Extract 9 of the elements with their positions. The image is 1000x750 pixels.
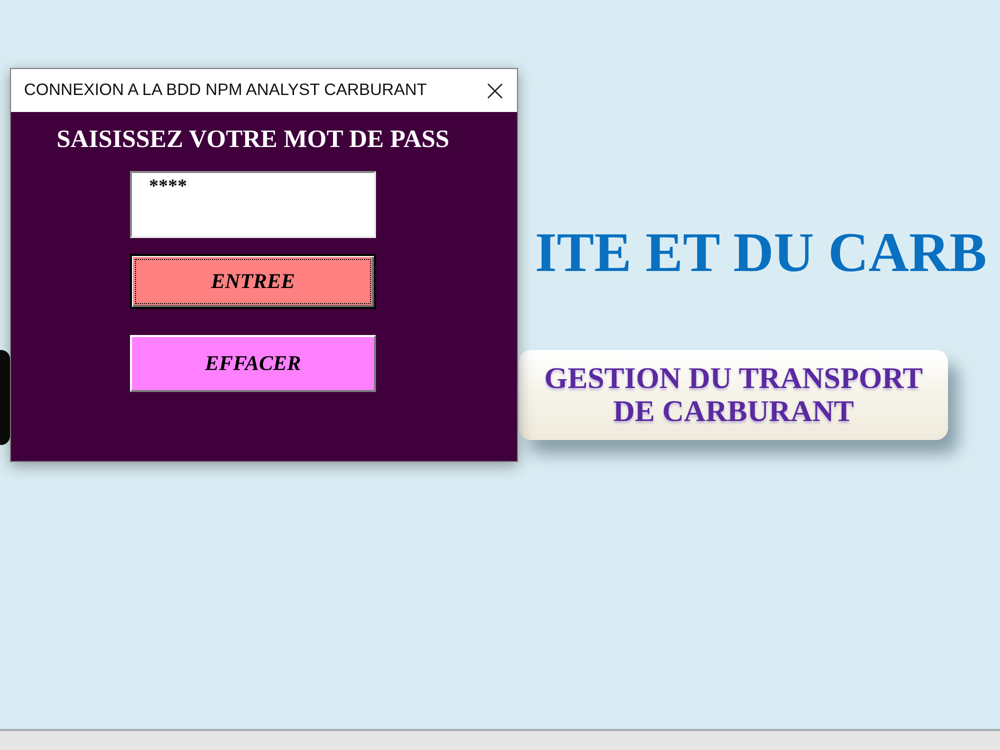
window-title: CONNEXION A LA BDD NPM ANALYST CARBURANT	[24, 81, 427, 100]
transport-menu-button[interactable]: GESTION DU TRANSPORT DE CARBURANT	[519, 350, 948, 440]
clear-button[interactable]: EFFACER	[130, 335, 376, 392]
password-field[interactable]: ****	[130, 171, 376, 238]
close-icon[interactable]	[487, 82, 503, 98]
page-heading: ITE ET DU CARB	[535, 225, 987, 281]
side-button[interactable]	[0, 350, 10, 445]
password-prompt: SAISISSEZ VOTRE MOT DE PASS	[56, 125, 450, 155]
enter-button[interactable]: ENTREE	[130, 254, 376, 309]
